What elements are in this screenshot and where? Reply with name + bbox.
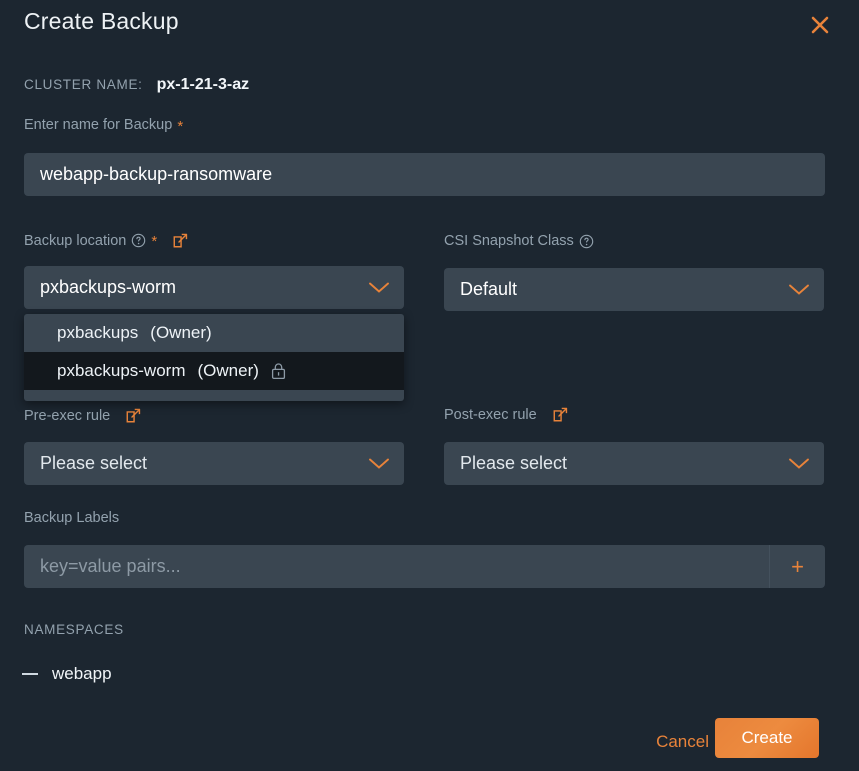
post-exec-rule-label: Post-exec rule bbox=[444, 406, 824, 423]
external-link-icon[interactable] bbox=[552, 406, 569, 423]
dialog-header: Create Backup bbox=[0, 0, 859, 52]
cluster-name-row: CLUSTER NAME: px-1-21-3-az bbox=[24, 76, 249, 94]
pre-exec-rule-label-text: Pre-exec rule bbox=[24, 408, 110, 424]
info-icon[interactable] bbox=[579, 234, 594, 249]
backup-name-label: Enter name for Backup * bbox=[24, 117, 183, 133]
backup-location-select[interactable]: pxbackups-worm bbox=[24, 266, 404, 309]
external-link-icon[interactable] bbox=[125, 407, 142, 424]
backup-location-dropdown: pxbackups (Owner) pxbackups-worm (Owner) bbox=[24, 314, 404, 401]
dropdown-option-pxbackups-worm[interactable]: pxbackups-worm (Owner) bbox=[24, 352, 404, 390]
cluster-name-value: px-1-21-3-az bbox=[157, 76, 249, 94]
post-exec-rule-label-text: Post-exec rule bbox=[444, 407, 537, 423]
namespaces-title: NAMESPACES bbox=[24, 622, 124, 637]
create-backup-dialog: Create Backup CLUSTER NAME: px-1-21-3-az… bbox=[0, 0, 859, 771]
chevron-down-icon bbox=[368, 457, 390, 470]
cancel-button[interactable]: Cancel bbox=[650, 728, 715, 756]
pre-exec-rule-select[interactable]: Please select bbox=[24, 442, 404, 485]
info-icon[interactable] bbox=[131, 233, 146, 248]
chevron-down-icon bbox=[788, 457, 810, 470]
post-exec-rule-value: Please select bbox=[460, 453, 788, 474]
external-link-icon[interactable] bbox=[172, 232, 189, 249]
backup-location-label: Backup location * bbox=[24, 232, 404, 249]
backup-labels-row: + bbox=[24, 545, 825, 588]
backup-labels-label-text: Backup Labels bbox=[24, 510, 119, 526]
chevron-down-icon bbox=[788, 283, 810, 296]
backup-location-label-text: Backup location bbox=[24, 233, 126, 249]
backup-labels-input[interactable] bbox=[24, 556, 769, 577]
backup-name-input-wrap bbox=[24, 153, 825, 196]
lock-icon bbox=[271, 362, 286, 380]
chevron-down-icon bbox=[368, 281, 390, 294]
backup-name-input[interactable] bbox=[24, 153, 825, 196]
required-asterisk: * bbox=[177, 119, 183, 134]
post-exec-rule-select[interactable]: Please select bbox=[444, 442, 824, 485]
dropdown-option-name: pxbackups bbox=[57, 323, 138, 343]
backup-name-label-text: Enter name for Backup bbox=[24, 117, 172, 133]
csi-snapshot-class-label-text: CSI Snapshot Class bbox=[444, 233, 574, 249]
namespace-name: webapp bbox=[52, 664, 112, 684]
close-icon[interactable] bbox=[807, 12, 833, 38]
create-button[interactable]: Create bbox=[715, 718, 819, 758]
pre-exec-rule-value: Please select bbox=[40, 453, 368, 474]
dropdown-option-owner: (Owner) bbox=[198, 361, 259, 381]
backup-labels-label: Backup Labels bbox=[24, 510, 119, 526]
minus-icon[interactable] bbox=[22, 673, 38, 675]
backup-location-value: pxbackups-worm bbox=[40, 277, 368, 298]
add-label-button[interactable]: + bbox=[769, 545, 825, 588]
dropdown-option-pxbackups[interactable]: pxbackups (Owner) bbox=[24, 314, 404, 352]
dropdown-option-name: pxbackups-worm bbox=[57, 361, 186, 381]
csi-snapshot-class-value: Default bbox=[460, 279, 788, 300]
page-title: Create Backup bbox=[24, 8, 179, 35]
namespace-item-webapp[interactable]: webapp bbox=[22, 664, 112, 684]
csi-snapshot-class-select[interactable]: Default bbox=[444, 268, 824, 311]
dropdown-option-owner: (Owner) bbox=[150, 323, 211, 343]
pre-exec-rule-label: Pre-exec rule bbox=[24, 407, 404, 424]
cluster-name-label: CLUSTER NAME: bbox=[24, 77, 143, 92]
csi-snapshot-class-label: CSI Snapshot Class bbox=[444, 233, 824, 249]
required-asterisk: * bbox=[151, 234, 157, 249]
